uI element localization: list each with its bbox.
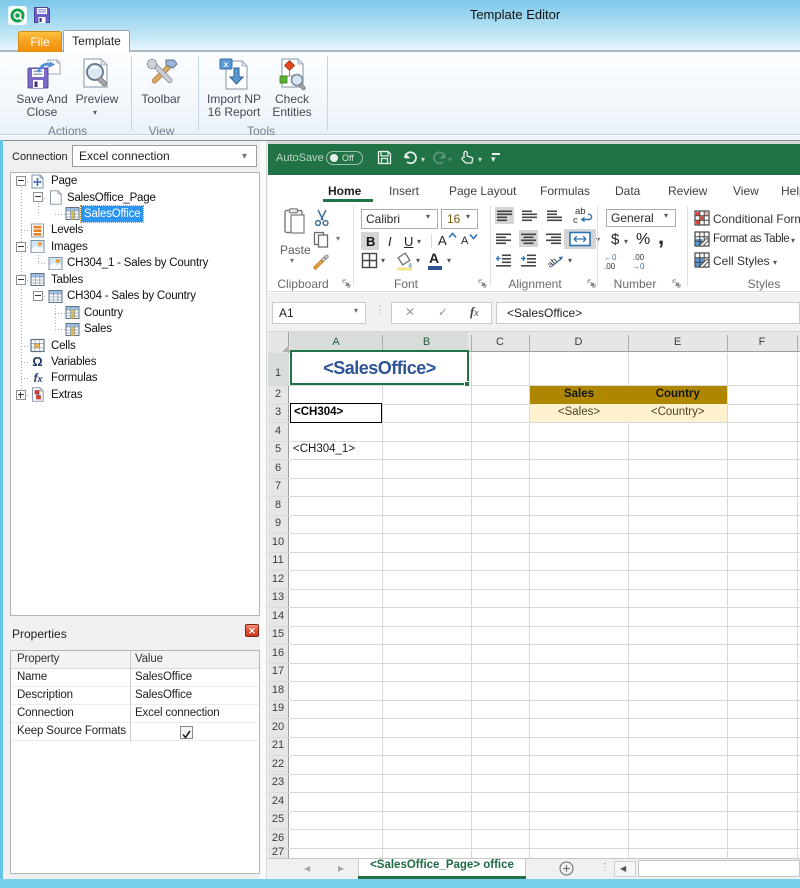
svg-text:.00: .00 [633,253,645,262]
svg-text:→0: →0 [632,262,645,270]
svg-text:.00: .00 [604,262,616,270]
svg-text:←0: ←0 [604,253,617,262]
svg-text:c: c [573,215,578,225]
svg-text:x: x [224,60,229,69]
